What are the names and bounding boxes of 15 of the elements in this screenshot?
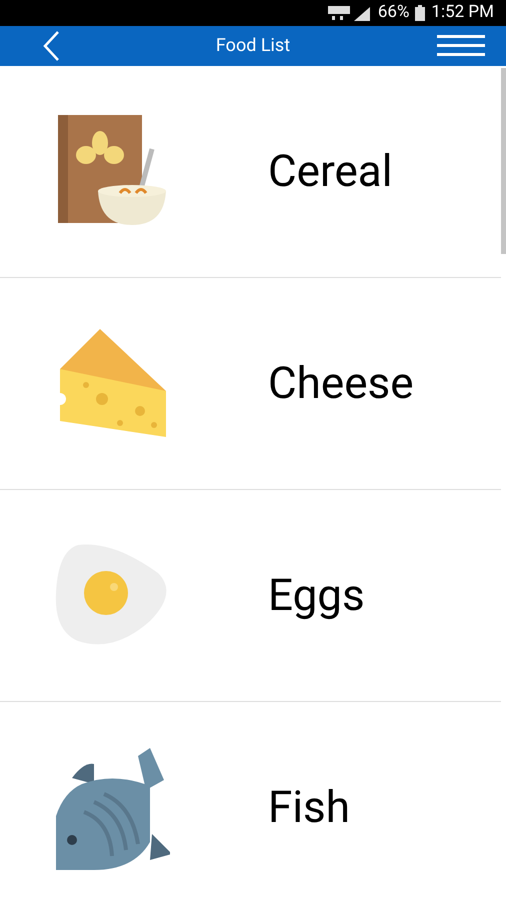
food-list-item[interactable]: Eggs [0, 490, 501, 702]
food-name: Eggs [268, 568, 365, 623]
food-list-item[interactable]: Cheese [0, 278, 501, 490]
battery-icon [415, 4, 426, 21]
food-list-item[interactable]: Cereal [0, 66, 501, 278]
back-icon [42, 30, 60, 62]
clock-time: 1:52 PM [431, 1, 494, 24]
food-name: Fish [268, 780, 350, 835]
food-name: Cereal [268, 144, 392, 199]
food-list-item[interactable]: Fish [0, 702, 501, 900]
battery-percentage: 66% [378, 1, 410, 24]
signal-icon [328, 4, 372, 22]
menu-icon [437, 34, 485, 58]
page-title: Food List [216, 34, 290, 58]
food-name: Cheese [268, 356, 414, 411]
